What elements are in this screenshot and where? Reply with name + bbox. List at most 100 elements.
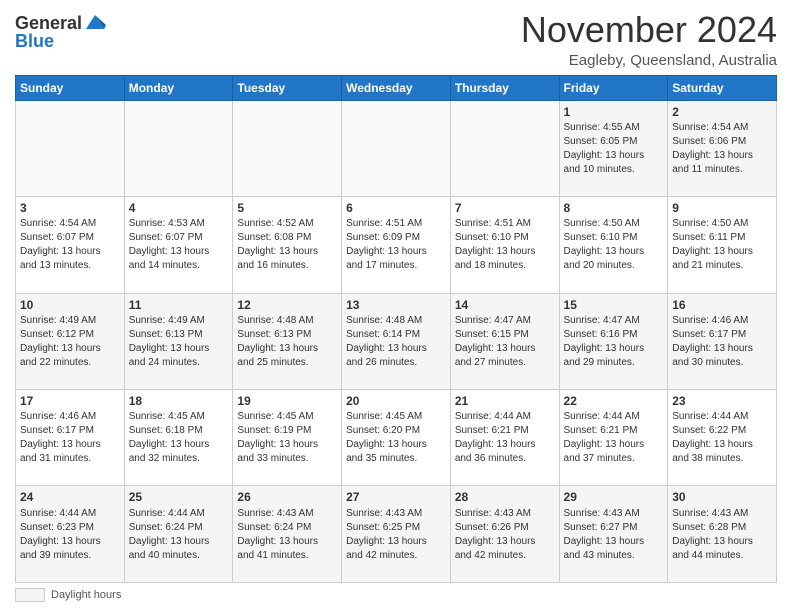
day-number: 9 — [672, 200, 772, 216]
day-info: Sunrise: 4:43 AM Sunset: 6:24 PM Dayligh… — [237, 507, 337, 563]
calendar-cell: 9Sunrise: 4:50 AM Sunset: 6:11 PM Daylig… — [668, 197, 777, 293]
day-number: 26 — [237, 489, 337, 505]
calendar-cell: 18Sunrise: 4:45 AM Sunset: 6:18 PM Dayli… — [124, 390, 233, 486]
day-number: 8 — [564, 200, 664, 216]
legend-label: Daylight hours — [51, 589, 121, 601]
day-number: 29 — [564, 489, 664, 505]
calendar-cell: 29 Sunrise: 4:43 AM Sunset: 6:27 PM Dayli… — [559, 486, 668, 583]
day-number: 13 — [346, 297, 446, 313]
calendar-cell: 4Sunrise: 4:53 AM Sunset: 6:07 PM Daylig… — [124, 197, 233, 293]
day-number: 10 — [20, 297, 120, 313]
day-info: Sunrise: 4:46 AM Sunset: 6:17 PM Dayligh… — [672, 314, 772, 370]
calendar-cell: 28 Sunrise: 4:43 AM Sunset: 6:26 PM Dayli… — [450, 486, 559, 583]
day-info: Sunrise: 4:52 AM Sunset: 6:08 PM Dayligh… — [237, 217, 337, 273]
calendar-cell: 17Sunrise: 4:46 AM Sunset: 6:17 PM Dayli… — [16, 390, 125, 486]
calendar-cell: 23Sunrise: 4:44 AM Sunset: 6:22 PM Dayli… — [668, 390, 777, 486]
calendar-cell: 3Sunrise: 4:54 AM Sunset: 6:07 PM Daylig… — [16, 197, 125, 293]
day-number: 15 — [564, 297, 664, 313]
logo: General Blue — [15, 14, 106, 52]
weekday-header-wednesday: Wednesday — [342, 75, 451, 100]
title-block: November 2024 Eagleby, Queensland, Austr… — [521, 10, 777, 69]
day-info: Sunrise: 4:45 AM Sunset: 6:20 PM Dayligh… — [346, 410, 446, 466]
calendar-week-2: 10Sunrise: 4:49 AM Sunset: 6:12 PM Dayli… — [16, 293, 777, 389]
calendar-cell: 21Sunrise: 4:44 AM Sunset: 6:21 PM Dayli… — [450, 390, 559, 486]
day-number: 3 — [20, 200, 120, 216]
calendar-cell: 22Sunrise: 4:44 AM Sunset: 6:21 PM Dayli… — [559, 390, 668, 486]
day-info: Sunrise: 4:44 AM Sunset: 6:21 PM Dayligh… — [564, 410, 664, 466]
day-number: 27 — [346, 489, 446, 505]
weekday-header-friday: Friday — [559, 75, 668, 100]
weekday-header-monday: Monday — [124, 75, 233, 100]
day-number: 16 — [672, 297, 772, 313]
calendar-cell — [450, 100, 559, 196]
weekday-header-saturday: Saturday — [668, 75, 777, 100]
day-info: Sunrise: 4:49 AM Sunset: 6:13 PM Dayligh… — [129, 314, 229, 370]
calendar-cell: 16Sunrise: 4:46 AM Sunset: 6:17 PM Dayli… — [668, 293, 777, 389]
calendar-cell — [16, 100, 125, 196]
weekday-header-thursday: Thursday — [450, 75, 559, 100]
day-info: Sunrise: 4:51 AM Sunset: 6:10 PM Dayligh… — [455, 217, 555, 273]
calendar-week-1: 3Sunrise: 4:54 AM Sunset: 6:07 PM Daylig… — [16, 197, 777, 293]
day-info: Sunrise: 4:43 AM Sunset: 6:26 PM Dayligh… — [455, 507, 555, 563]
calendar-cell: 11Sunrise: 4:49 AM Sunset: 6:13 PM Dayli… — [124, 293, 233, 389]
calendar-cell — [233, 100, 342, 196]
day-info: Sunrise: 4:44 AM Sunset: 6:24 PM Dayligh… — [129, 507, 229, 563]
day-info: Sunrise: 4:54 AM Sunset: 6:07 PM Dayligh… — [20, 217, 120, 273]
weekday-header-sunday: Sunday — [16, 75, 125, 100]
calendar-cell: 8Sunrise: 4:50 AM Sunset: 6:10 PM Daylig… — [559, 197, 668, 293]
day-number: 19 — [237, 393, 337, 409]
calendar-cell: 26 Sunrise: 4:43 AM Sunset: 6:24 PM Dayli… — [233, 486, 342, 583]
day-number: 12 — [237, 297, 337, 313]
weekday-header-tuesday: Tuesday — [233, 75, 342, 100]
calendar-cell: 1Sunrise: 4:55 AM Sunset: 6:05 PM Daylig… — [559, 100, 668, 196]
calendar-cell: 6Sunrise: 4:51 AM Sunset: 6:09 PM Daylig… — [342, 197, 451, 293]
day-info: Sunrise: 4:44 AM Sunset: 6:23 PM Dayligh… — [20, 507, 120, 563]
day-info: Sunrise: 4:48 AM Sunset: 6:13 PM Dayligh… — [237, 314, 337, 370]
page: General Blue November 2024 Eagleby, Quee… — [0, 0, 792, 612]
day-number: 28 — [455, 489, 555, 505]
calendar-cell: 7Sunrise: 4:51 AM Sunset: 6:10 PM Daylig… — [450, 197, 559, 293]
calendar-cell: 13Sunrise: 4:48 AM Sunset: 6:14 PM Dayli… — [342, 293, 451, 389]
logo-blue: Blue — [15, 32, 106, 52]
day-number: 6 — [346, 200, 446, 216]
calendar-cell — [124, 100, 233, 196]
calendar-cell: 25 Sunrise: 4:44 AM Sunset: 6:24 PM Dayli… — [124, 486, 233, 583]
calendar-table: SundayMondayTuesdayWednesdayThursdayFrid… — [15, 75, 777, 583]
day-info: Sunrise: 4:43 AM Sunset: 6:25 PM Dayligh… — [346, 507, 446, 563]
header: General Blue November 2024 Eagleby, Quee… — [15, 10, 777, 69]
calendar-cell: 19Sunrise: 4:45 AM Sunset: 6:19 PM Dayli… — [233, 390, 342, 486]
day-info: Sunrise: 4:54 AM Sunset: 6:06 PM Dayligh… — [672, 121, 772, 177]
day-number: 14 — [455, 297, 555, 313]
weekday-header-row: SundayMondayTuesdayWednesdayThursdayFrid… — [16, 75, 777, 100]
calendar-cell: 30Sunrise: 4:43 AM Sunset: 6:28 PM Dayli… — [668, 486, 777, 583]
calendar-cell: 27 Sunrise: 4:43 AM Sunset: 6:25 PM Dayli… — [342, 486, 451, 583]
day-info: Sunrise: 4:47 AM Sunset: 6:16 PM Dayligh… — [564, 314, 664, 370]
day-number: 21 — [455, 393, 555, 409]
day-info: Sunrise: 4:43 AM Sunset: 6:27 PM Dayligh… — [564, 507, 664, 563]
day-number: 18 — [129, 393, 229, 409]
day-number: 7 — [455, 200, 555, 216]
day-info: Sunrise: 4:44 AM Sunset: 6:22 PM Dayligh… — [672, 410, 772, 466]
day-number: 24 — [20, 489, 120, 505]
calendar-cell: 20Sunrise: 4:45 AM Sunset: 6:20 PM Dayli… — [342, 390, 451, 486]
calendar-cell: 15Sunrise: 4:47 AM Sunset: 6:16 PM Dayli… — [559, 293, 668, 389]
day-info: Sunrise: 4:45 AM Sunset: 6:18 PM Dayligh… — [129, 410, 229, 466]
day-number: 22 — [564, 393, 664, 409]
logo-icon — [84, 11, 106, 33]
day-number: 17 — [20, 393, 120, 409]
calendar-cell: 5Sunrise: 4:52 AM Sunset: 6:08 PM Daylig… — [233, 197, 342, 293]
calendar-cell: 10Sunrise: 4:49 AM Sunset: 6:12 PM Dayli… — [16, 293, 125, 389]
day-number: 20 — [346, 393, 446, 409]
day-info: Sunrise: 4:44 AM Sunset: 6:21 PM Dayligh… — [455, 410, 555, 466]
legend: Daylight hours — [15, 588, 777, 602]
day-number: 25 — [129, 489, 229, 505]
day-info: Sunrise: 4:50 AM Sunset: 6:11 PM Dayligh… — [672, 217, 772, 273]
calendar-week-4: 24 Sunrise: 4:44 AM Sunset: 6:23 PM Dayli… — [16, 486, 777, 583]
day-number: 2 — [672, 104, 772, 120]
calendar-week-0: 1Sunrise: 4:55 AM Sunset: 6:05 PM Daylig… — [16, 100, 777, 196]
day-number: 4 — [129, 200, 229, 216]
location-subtitle: Eagleby, Queensland, Australia — [521, 52, 777, 69]
day-info: Sunrise: 4:51 AM Sunset: 6:09 PM Dayligh… — [346, 217, 446, 273]
month-title: November 2024 — [521, 10, 777, 50]
day-info: Sunrise: 4:53 AM Sunset: 6:07 PM Dayligh… — [129, 217, 229, 273]
